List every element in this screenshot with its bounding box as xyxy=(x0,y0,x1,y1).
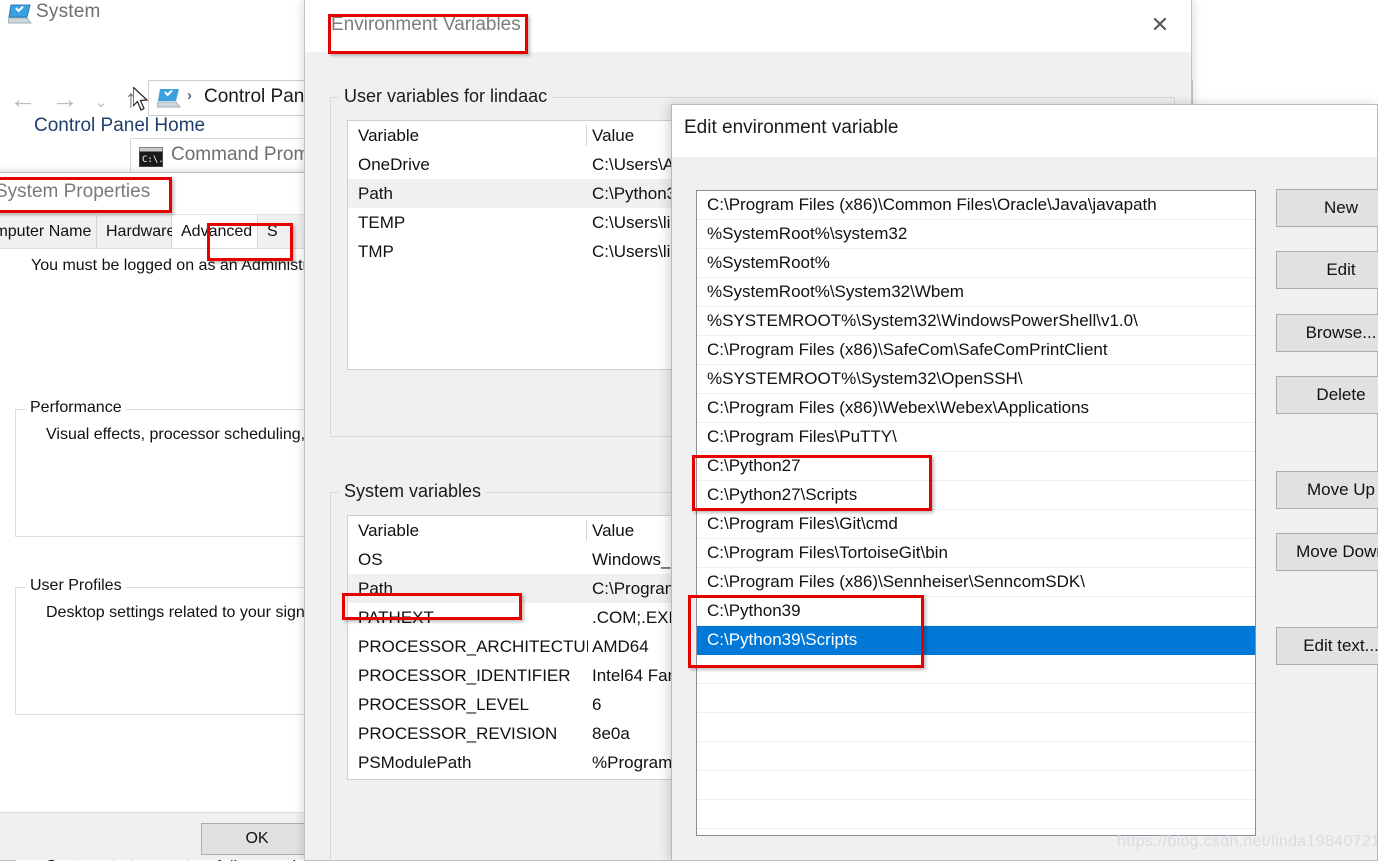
new-button[interactable]: New xyxy=(1276,189,1378,227)
group-performance-legend: Performance xyxy=(26,399,126,417)
forward-icon[interactable]: → xyxy=(48,82,82,116)
console-icon: C:\. xyxy=(139,147,163,167)
environment-variables-titlebar: Environment Variables ✕ xyxy=(305,0,1191,52)
list-item[interactable] xyxy=(697,800,1255,829)
cell-variable: TMP xyxy=(358,242,394,261)
command-prompt-title: Command Prompt xyxy=(171,144,326,165)
edit-text-button[interactable]: Edit text... xyxy=(1276,627,1378,665)
screen-root: System ← → ⌄ ↑ › Control Panel ⌄ Control… xyxy=(0,0,1378,861)
list-item-python27[interactable]: C:\Python27 xyxy=(697,452,1255,481)
list-item[interactable]: C:\Program Files\PuTTY\ xyxy=(697,423,1255,452)
mouse-cursor-icon xyxy=(133,87,149,111)
list-item-python27-scripts[interactable]: C:\Python27\Scripts xyxy=(697,481,1255,510)
path-list[interactable]: C:\Program Files (x86)\Common Files\Orac… xyxy=(696,190,1256,836)
computer-icon xyxy=(157,89,181,108)
system-properties-body: You must be logged on as an Administra P… xyxy=(0,249,495,861)
system-properties-footer: OK xyxy=(0,812,313,860)
system-properties-title: System Properties xyxy=(0,181,151,202)
list-item[interactable] xyxy=(697,742,1255,771)
ok-button[interactable]: OK xyxy=(201,823,313,855)
cell-variable: PROCESSOR_LEVEL xyxy=(358,695,530,714)
list-item[interactable]: C:\Program Files (x86)\Sennheiser\Sennco… xyxy=(697,568,1255,597)
list-item[interactable]: C:\Program Files (x86)\Webex\Webex\Appli… xyxy=(697,394,1255,423)
tab-computer-name[interactable]: Computer Name xyxy=(0,215,97,248)
list-item[interactable]: %SystemRoot%\System32\Wbem xyxy=(697,278,1255,307)
cell-variable: OneDrive xyxy=(358,155,430,174)
column-divider xyxy=(586,520,587,541)
tab-hardware[interactable]: Hardware xyxy=(97,215,175,248)
svg-text:C:\.: C:\. xyxy=(142,155,163,165)
browse-button[interactable]: Browse... xyxy=(1276,314,1378,352)
system-variables-legend: System variables xyxy=(339,481,487,502)
edit-environment-variable-title: Edit environment variable xyxy=(684,117,899,138)
list-item[interactable]: %SYSTEMROOT%\System32\WindowsPowerShell\… xyxy=(697,307,1255,336)
list-item[interactable]: C:\Program Files\TortoiseGit\bin xyxy=(697,539,1255,568)
group-performance-text: Visual effects, processor scheduling, m xyxy=(46,426,323,443)
list-item[interactable] xyxy=(697,684,1255,713)
control-panel-window-title: System xyxy=(36,1,101,22)
close-icon[interactable]: ✕ xyxy=(1145,12,1175,38)
tab-advanced[interactable]: Advanced xyxy=(172,215,258,248)
breadcrumb-separator-icon: › xyxy=(187,87,192,104)
tab-system-protection[interactable]: S xyxy=(258,215,310,248)
cell-variable: TEMP xyxy=(358,213,406,232)
watermark: https://blog.csdn.net/linda19840721 xyxy=(1117,833,1378,850)
list-item[interactable] xyxy=(697,713,1255,742)
list-item[interactable]: %SystemRoot% xyxy=(697,249,1255,278)
system-properties-window: System Properties Computer Name Hardware… xyxy=(0,172,495,861)
cell-variable: PSModulePath xyxy=(358,753,472,772)
list-item-python39[interactable]: C:\Python39 xyxy=(697,597,1255,626)
system-properties-titlebar: System Properties xyxy=(0,173,308,215)
edit-button[interactable]: Edit xyxy=(1276,251,1378,289)
edit-environment-variable-titlebar: Edit environment variable xyxy=(672,105,1377,157)
cell-variable: PROCESSOR_REVISION xyxy=(358,724,558,743)
list-item[interactable]: %SystemRoot%\system32 xyxy=(697,220,1255,249)
cell-variable: Path xyxy=(358,579,393,598)
list-item[interactable]: C:\Program Files (x86)\Common Files\Orac… xyxy=(697,191,1255,220)
list-item[interactable]: C:\Program Files (x86)\SafeCom\SafeComPr… xyxy=(697,336,1255,365)
control-panel-home-link[interactable]: Control Panel Home xyxy=(34,115,205,137)
back-icon[interactable]: ← xyxy=(6,82,40,116)
cell-variable: Path xyxy=(358,184,393,203)
column-divider xyxy=(586,125,587,146)
environment-variables-title: Environment Variables xyxy=(331,14,521,35)
cell-variable: PATHEXT xyxy=(358,608,434,627)
admin-note: You must be logged on as an Administra xyxy=(31,257,317,274)
cell-variable: PROCESSOR_ARCHITECTURE xyxy=(358,637,588,656)
cell-variable: OS xyxy=(358,550,383,569)
computer-icon xyxy=(8,4,32,24)
list-item[interactable]: C:\Program Files\Git\cmd xyxy=(697,510,1255,539)
delete-button[interactable]: Delete xyxy=(1276,376,1378,414)
group-user-profiles-legend: User Profiles xyxy=(26,577,126,595)
move-up-button[interactable]: Move Up xyxy=(1276,471,1378,509)
group-user-profiles-text: Desktop settings related to your sign-in xyxy=(46,604,323,621)
list-item[interactable] xyxy=(697,771,1255,800)
move-down-button[interactable]: Move Down xyxy=(1276,533,1378,571)
cell-variable: PROCESSOR_IDENTIFIER xyxy=(358,666,571,685)
list-item[interactable] xyxy=(697,655,1255,684)
user-variables-legend: User variables for lindaac xyxy=(339,86,553,107)
system-properties-tabstrip: Computer Name Hardware Advanced S xyxy=(0,215,310,249)
list-item[interactable]: %SYSTEMROOT%\System32\OpenSSH\ xyxy=(697,365,1255,394)
breadcrumb-text[interactable]: Control Panel xyxy=(204,86,319,108)
column-header-variable: Variable xyxy=(358,521,420,540)
edit-environment-variable-window: Edit environment variable C:\Program Fil… xyxy=(671,104,1378,861)
list-item-python39-scripts[interactable]: C:\Python39\Scripts xyxy=(697,626,1255,655)
column-header-variable: Variable xyxy=(358,126,420,145)
